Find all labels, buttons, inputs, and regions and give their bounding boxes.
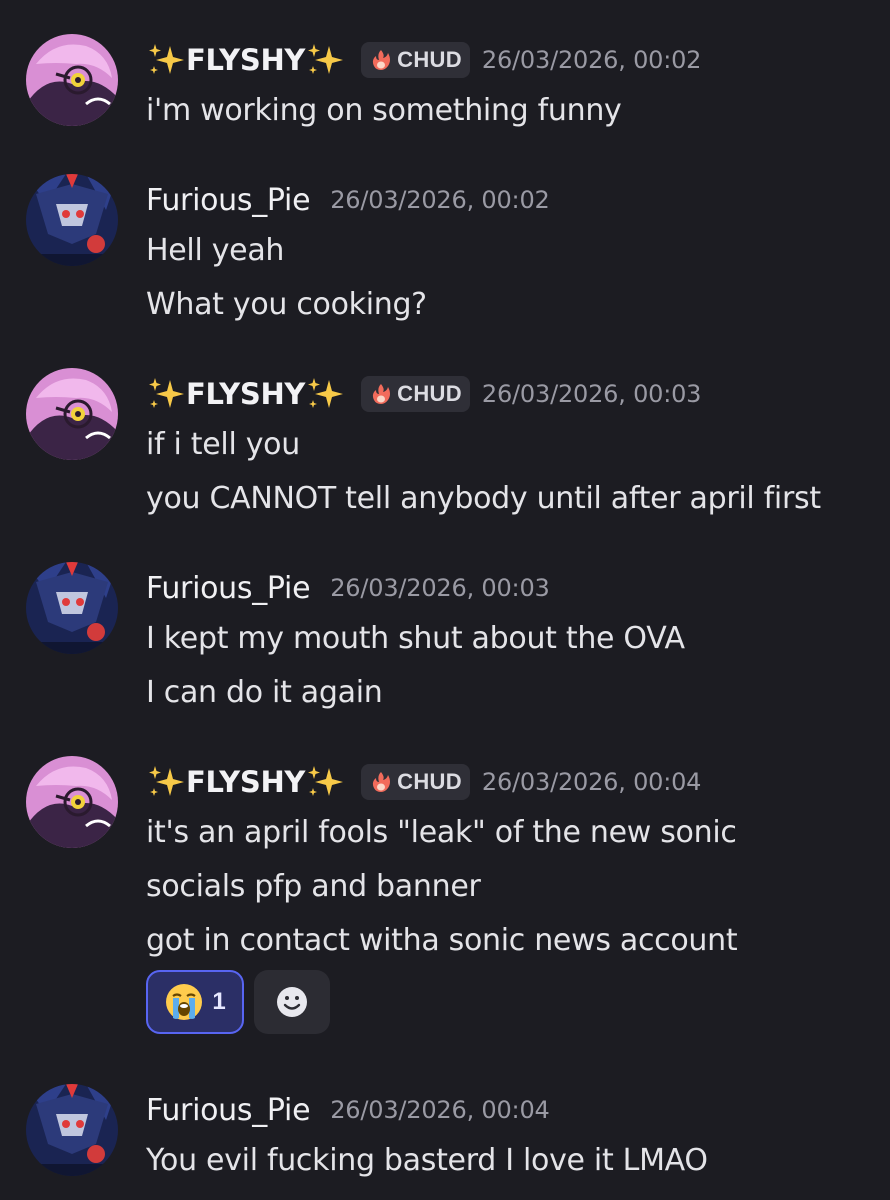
sparkles-icon xyxy=(308,766,344,796)
sparkles-icon xyxy=(308,44,344,74)
avatar-flyshy[interactable] xyxy=(26,368,118,460)
timestamp: 26/03/2026, 00:03 xyxy=(481,380,702,408)
timestamp: 26/03/2026, 00:02 xyxy=(481,46,702,74)
avatar-flyshy[interactable] xyxy=(26,34,118,126)
reaction-button[interactable]: 1 xyxy=(146,970,244,1034)
message-line: You evil fucking basterd I love it LMAO xyxy=(146,1143,708,1178)
message-line: if i tell you xyxy=(146,427,300,462)
flame-icon xyxy=(373,772,391,792)
timestamp: 26/03/2026, 00:03 xyxy=(330,574,550,602)
avatar-furious-pie[interactable] xyxy=(26,1084,118,1176)
timestamp: 26/03/2026, 00:02 xyxy=(330,186,550,214)
sparkles-icon xyxy=(149,44,184,74)
avatar-furious-pie[interactable] xyxy=(26,174,118,266)
username-text: FLYSHY xyxy=(186,43,306,77)
role-tag-label: CHUD xyxy=(397,47,462,72)
role-tag-label: CHUD xyxy=(397,769,462,794)
message-line: got in contact witha sonic news account xyxy=(146,923,738,958)
username[interactable]: Furious_Pie xyxy=(146,183,311,218)
flame-icon xyxy=(373,50,391,70)
username-text: FLYSHY xyxy=(186,765,306,799)
username[interactable]: Furious_Pie xyxy=(146,571,311,606)
avatar-furious-pie[interactable] xyxy=(26,562,118,654)
sparkles-icon xyxy=(149,766,184,796)
reactions-bar: 1 xyxy=(146,970,330,1034)
message-line: it's an april fools "leak" of the new so… xyxy=(146,815,737,850)
timestamp: 26/03/2026, 00:04 xyxy=(330,1096,550,1124)
role-tag[interactable]: CHUD xyxy=(361,42,470,78)
add-reaction-button[interactable] xyxy=(254,970,330,1034)
sparkles-icon xyxy=(308,378,344,408)
sparkles-icon xyxy=(149,378,184,408)
timestamp: 26/03/2026, 00:04 xyxy=(481,768,702,796)
username[interactable]: FLYSHY xyxy=(146,762,345,802)
message-line: Hell yeah xyxy=(146,233,285,268)
flame-icon xyxy=(373,384,391,404)
add-reaction-icon xyxy=(274,984,310,1020)
message-line: I kept my mouth shut about the OVA xyxy=(146,621,685,656)
message-line: i'm working on something funny xyxy=(146,93,622,128)
username-text: FLYSHY xyxy=(186,377,306,411)
role-tag[interactable]: CHUD xyxy=(361,764,470,800)
reaction-count: 1 xyxy=(212,988,226,1015)
role-tag-label: CHUD xyxy=(397,381,462,406)
role-tag[interactable]: CHUD xyxy=(361,376,470,412)
message-line: What you cooking? xyxy=(146,287,427,322)
username[interactable]: FLYSHY xyxy=(146,374,345,414)
message-line: you CANNOT tell anybody until after apri… xyxy=(146,481,821,516)
message-line: socials pfp and banner xyxy=(146,869,481,904)
username[interactable]: Furious_Pie xyxy=(146,1093,311,1128)
message-line: I can do it again xyxy=(146,675,383,710)
loudly-crying-face-icon xyxy=(164,982,204,1022)
username[interactable]: FLYSHY xyxy=(146,40,345,80)
avatar-flyshy[interactable] xyxy=(26,756,118,848)
